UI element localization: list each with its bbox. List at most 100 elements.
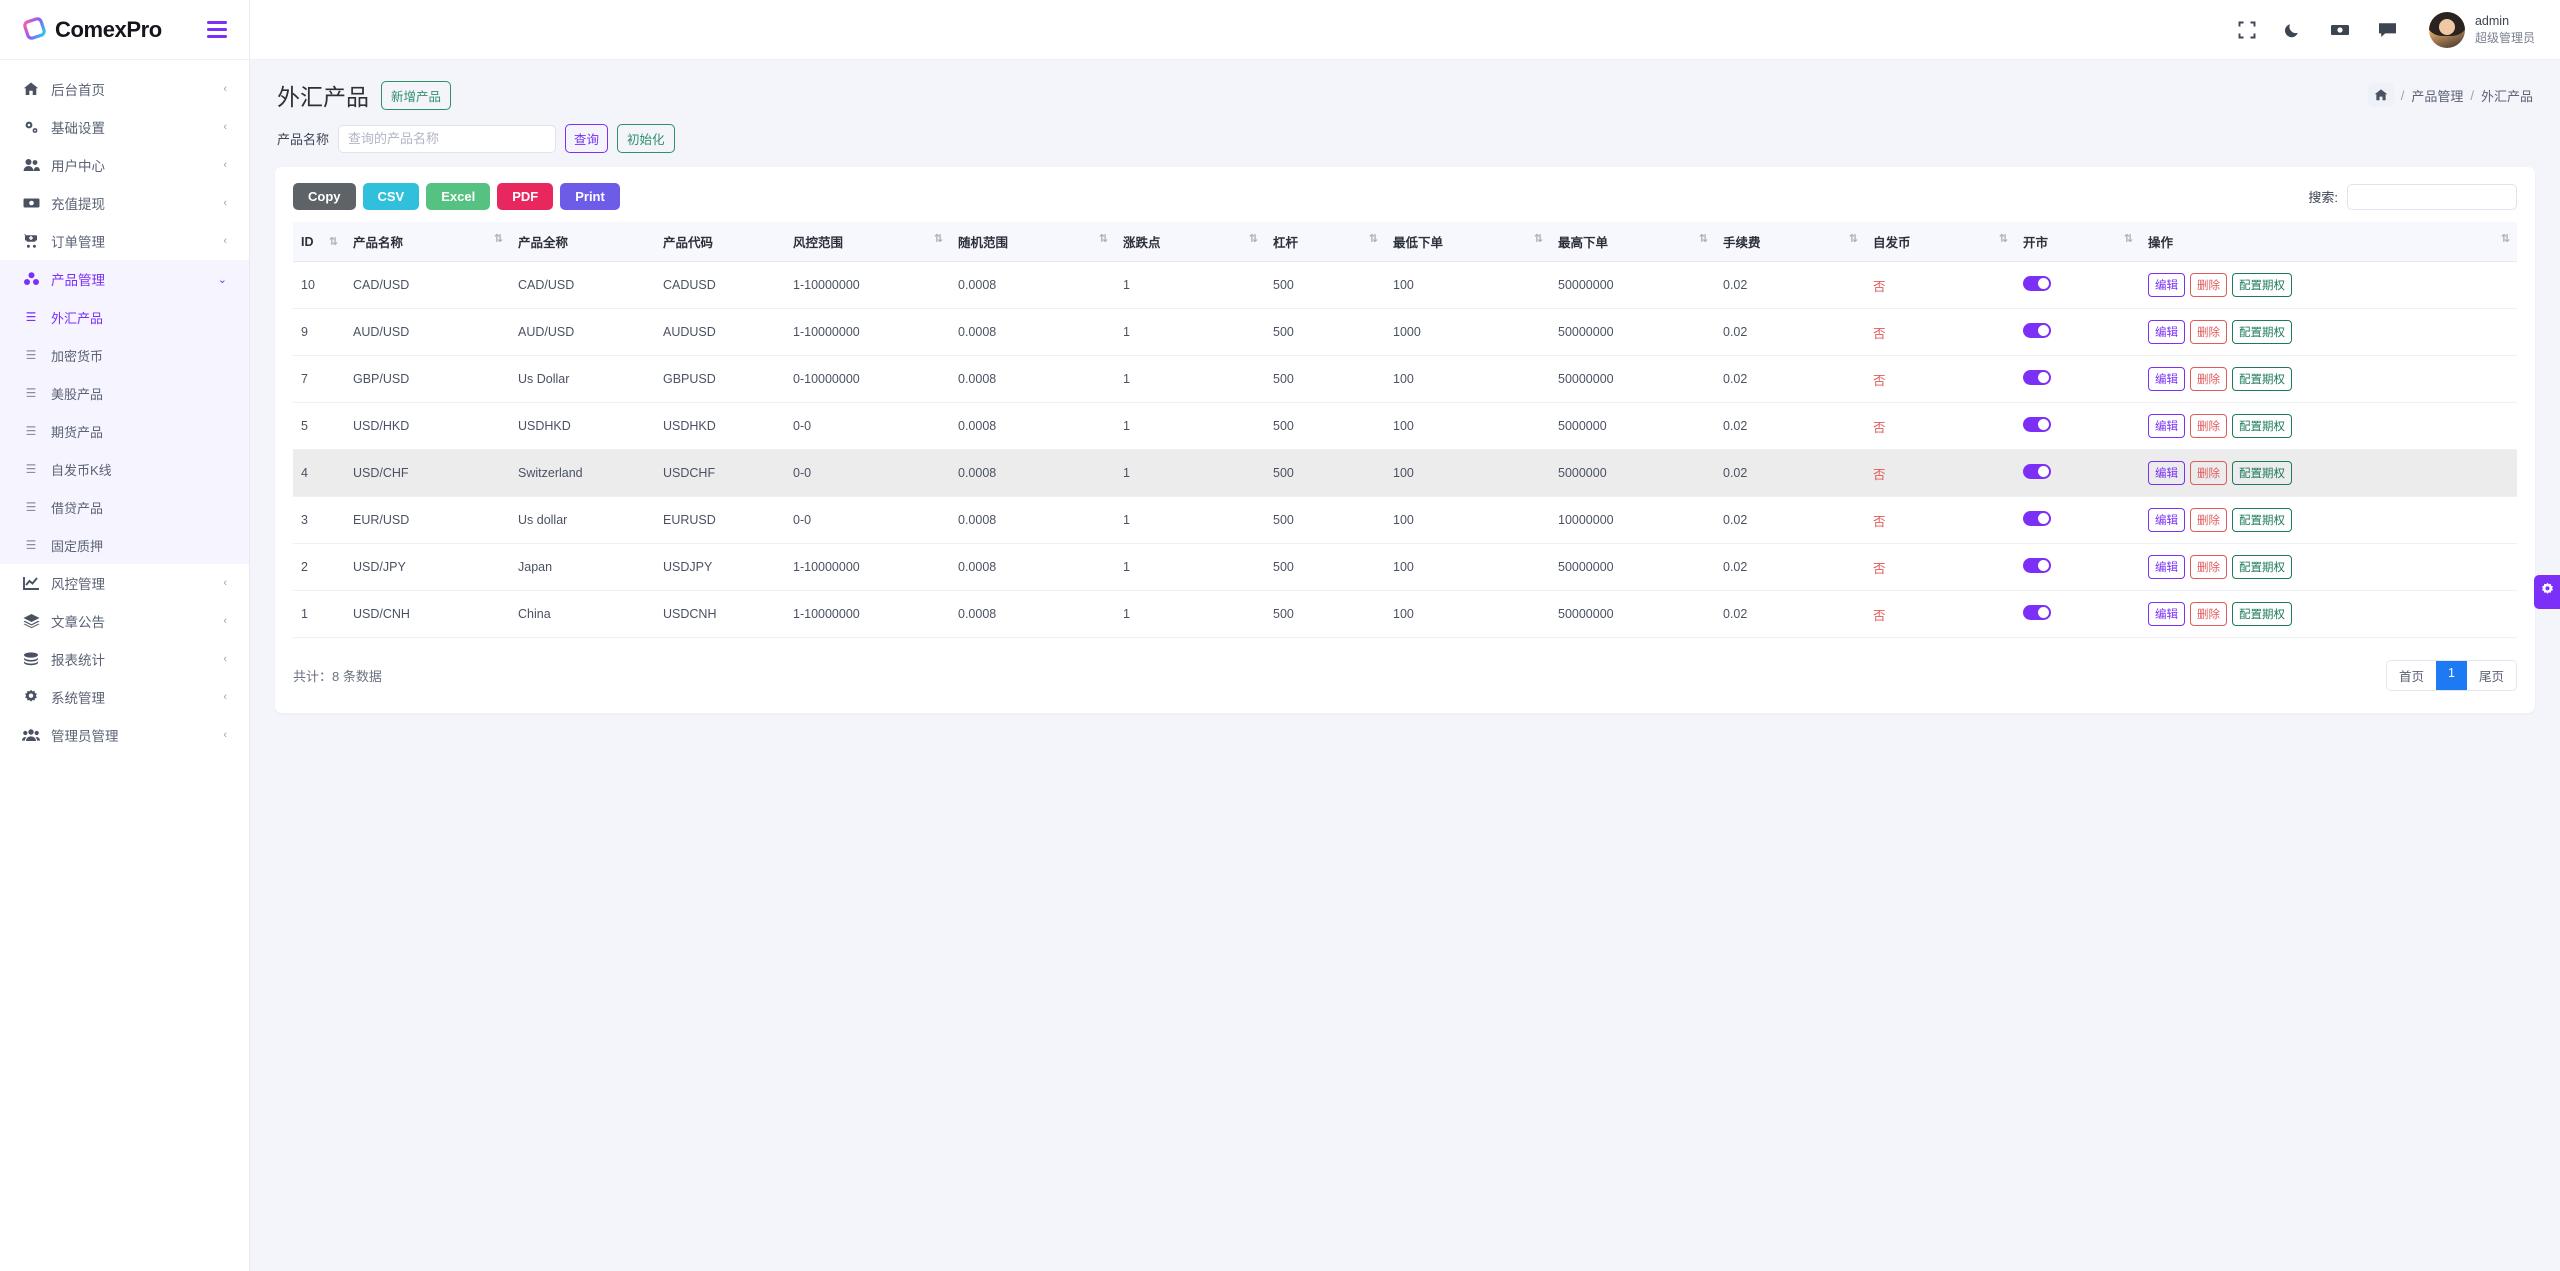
product-name-input[interactable] (338, 124, 557, 153)
col-self-coin[interactable]: 自发币 ⇅ (1865, 222, 2015, 262)
sidebar-subitem-fixed-staking[interactable]: ☰ 固定质押 (0, 526, 249, 564)
settings-fab-button[interactable] (2534, 575, 2560, 609)
sidebar-item-articles[interactable]: 文章公告 ‹ (0, 602, 249, 640)
open-market-toggle[interactable] (2023, 417, 2051, 432)
sidebar-item-product-management[interactable]: 产品管理 ⌄ (0, 260, 249, 298)
delete-button[interactable]: 删除 (2190, 555, 2227, 579)
col-leverage[interactable]: 杠杆 ⇅ (1265, 222, 1385, 262)
chat-icon[interactable] (2378, 21, 2397, 39)
hamburger-icon[interactable] (207, 21, 227, 38)
breadcrumb-item-forex-products[interactable]: 外汇产品 (2481, 86, 2533, 105)
col-id[interactable]: ID ⇅ (293, 222, 345, 262)
user-menu[interactable]: admin 超级管理员 (2428, 11, 2535, 48)
configure-option-button[interactable]: 配置期权 (2232, 367, 2292, 391)
table-row[interactable]: 1 USD/CNH China USDCNH 1-10000000 0.0008 1 500 1… (293, 590, 2517, 638)
open-market-toggle[interactable] (2023, 276, 2051, 291)
table-row[interactable]: 5 USD/HKD USDHKD USDHKD 0-0 0.0008 1 500 100 5000… (293, 402, 2517, 450)
sidebar-item-reports[interactable]: 报表统计 ‹ (0, 640, 249, 678)
open-market-toggle[interactable] (2023, 605, 2051, 620)
fullscreen-icon[interactable] (2238, 21, 2256, 39)
configure-option-button[interactable]: 配置期权 (2232, 273, 2292, 297)
excel-button[interactable]: Excel (426, 183, 491, 210)
sidebar-item-system-management[interactable]: 系统管理 ‹ (0, 678, 249, 716)
col-open[interactable]: 开市 ⇅ (2015, 222, 2140, 262)
sidebar-subitem-forex-products[interactable]: ☰ 外汇产品 (0, 298, 249, 336)
open-market-toggle[interactable] (2023, 558, 2051, 573)
copy-button[interactable]: Copy (293, 183, 356, 210)
query-button[interactable]: 查询 (565, 124, 609, 153)
col-name[interactable]: 产品名称 ⇅ (345, 222, 510, 262)
pagination-last[interactable]: 尾页 (2466, 661, 2516, 690)
open-market-toggle[interactable] (2023, 370, 2051, 385)
col-random-range[interactable]: 随机范围 ⇅ (950, 222, 1115, 262)
edit-button[interactable]: 编辑 (2148, 602, 2185, 626)
add-product-button[interactable]: 新增产品 (381, 80, 452, 110)
configure-option-button[interactable]: 配置期权 (2232, 320, 2292, 344)
table-row[interactable]: 10 CAD/USD CAD/USD CADUSD 1-10000000 0.0008 1 5… (293, 261, 2517, 309)
col-tick[interactable]: 涨跌点 ⇅ (1115, 222, 1265, 262)
table-row[interactable]: 9 AUD/USD AUD/USD AUDUSD 1-10000000 0.0008 1 50… (293, 308, 2517, 356)
col-code[interactable]: 产品代码 (655, 222, 785, 262)
sidebar-item-risk-management[interactable]: 风控管理 ‹ (0, 564, 249, 602)
open-market-toggle[interactable] (2023, 464, 2051, 479)
sidebar-item-user-center[interactable]: 用户中心 ‹ (0, 146, 249, 184)
sidebar-subitem-futures[interactable]: ☰ 期货产品 (0, 412, 249, 450)
delete-button[interactable]: 删除 (2190, 508, 2227, 532)
print-button[interactable]: Print (560, 183, 620, 210)
configure-option-button[interactable]: 配置期权 (2232, 508, 2292, 532)
table-row[interactable]: 7 GBP/USD Us Dollar GBPUSD 0-10000000 0.0008 1… (293, 355, 2517, 403)
col-max-order[interactable]: 最高下单 ⇅ (1550, 222, 1715, 262)
search-input[interactable] (2347, 183, 2517, 210)
cell-tick: 1 (1115, 543, 1265, 591)
open-market-toggle[interactable] (2023, 323, 2051, 338)
edit-button[interactable]: 编辑 (2148, 273, 2185, 297)
reset-button[interactable]: 初始化 (617, 124, 675, 153)
configure-option-button[interactable]: 配置期权 (2232, 461, 2292, 485)
col-ops[interactable]: 操作 ⇅ (2140, 222, 2517, 262)
edit-button[interactable]: 编辑 (2148, 461, 2185, 485)
col-min-order[interactable]: 最低下单 ⇅ (1385, 222, 1550, 262)
edit-button[interactable]: 编辑 (2148, 367, 2185, 391)
sidebar-subitem-lending[interactable]: ☰ 借贷产品 (0, 488, 249, 526)
configure-option-button[interactable]: 配置期权 (2232, 555, 2292, 579)
edit-button[interactable]: 编辑 (2148, 414, 2185, 438)
configure-option-button[interactable]: 配置期权 (2232, 414, 2292, 438)
breadcrumb-item-product-management[interactable]: 产品管理 (2411, 86, 2463, 105)
open-market-toggle[interactable] (2023, 511, 2051, 526)
brand-logo-group[interactable]: ComexPro (22, 17, 162, 43)
pagination-first[interactable]: 首页 (2387, 661, 2437, 690)
moon-icon[interactable] (2284, 21, 2302, 39)
delete-button[interactable]: 删除 (2190, 461, 2227, 485)
col-fee[interactable]: 手续费 ⇅ (1715, 222, 1865, 262)
delete-button[interactable]: 删除 (2190, 602, 2227, 626)
delete-button[interactable]: 删除 (2190, 367, 2227, 391)
table-row[interactable]: 4 USD/CHF Switzerland USDCHF 0-0 0.0008 1 500 10… (293, 449, 2517, 497)
col-risk-range[interactable]: 风控范围 ⇅ (785, 222, 950, 262)
delete-button[interactable]: 删除 (2190, 273, 2227, 297)
sidebar-subitem-crypto[interactable]: ☰ 加密货币 (0, 336, 249, 374)
pdf-button[interactable]: PDF (497, 183, 554, 210)
sidebar-item-basic-settings[interactable]: 基础设置 ‹ (0, 108, 249, 146)
cell-ops: 编辑 删除 配置期权 (2140, 590, 2517, 638)
home-icon[interactable] (2367, 83, 2394, 107)
sidebar-item-home[interactable]: 后台首页 ‹ (0, 70, 249, 108)
delete-button[interactable]: 删除 (2190, 414, 2227, 438)
configure-option-button[interactable]: 配置期权 (2232, 602, 2292, 626)
edit-button[interactable]: 编辑 (2148, 320, 2185, 344)
sidebar-subitem-selfcoin-kline[interactable]: ☰ 自发币K线 (0, 450, 249, 488)
col-fullname[interactable]: 产品全称 (510, 222, 655, 262)
cell-ops: 编辑 删除 配置期权 (2140, 402, 2517, 450)
table-row[interactable]: 2 USD/JPY Japan USDJPY 1-10000000 0.0008 1 500 1… (293, 543, 2517, 591)
sidebar-item-order-management[interactable]: 订单管理 ‹ (0, 222, 249, 260)
edit-button[interactable]: 编辑 (2148, 555, 2185, 579)
edit-button[interactable]: 编辑 (2148, 508, 2185, 532)
table-row[interactable]: 3 EUR/USD Us dollar EURUSD 0-0 0.0008 1 500 100 1… (293, 496, 2517, 544)
pagination-page-1[interactable]: 1 (2436, 661, 2467, 690)
sidebar-item-deposit-withdraw[interactable]: 充值提现 ‹ (0, 184, 249, 222)
sidebar-subitem-us-stocks[interactable]: ☰ 美股产品 (0, 374, 249, 412)
sort-icon: ⇅ (1098, 233, 1108, 245)
sidebar-item-admin-management[interactable]: 管理员管理 ‹ (0, 716, 249, 754)
csv-button[interactable]: CSV (362, 183, 420, 210)
delete-button[interactable]: 删除 (2190, 320, 2227, 344)
cash-icon[interactable] (2330, 21, 2350, 39)
